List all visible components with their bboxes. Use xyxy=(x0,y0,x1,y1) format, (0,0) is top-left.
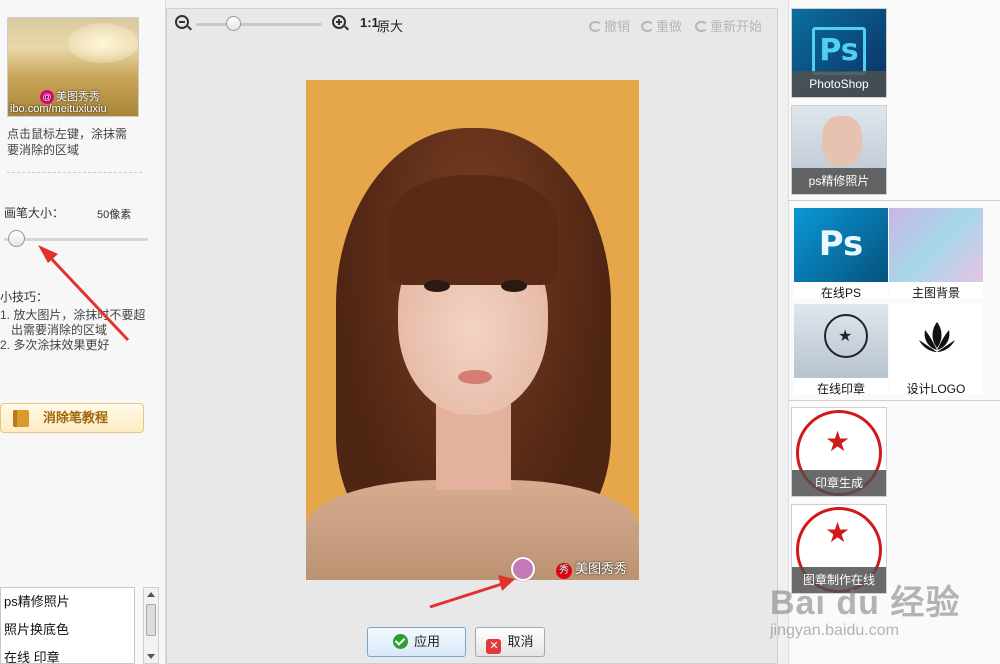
ad-card-stamp-generate[interactable]: ★ 印章生成 xyxy=(791,407,887,497)
eraser-hint: 点击鼠标左键，涂抹需要消除的区域 xyxy=(7,127,128,157)
scroll-down-icon[interactable] xyxy=(147,654,155,659)
check-icon xyxy=(392,634,408,649)
photo-bangs xyxy=(388,175,558,285)
brush-cursor xyxy=(511,557,535,581)
close-icon: ✕ xyxy=(486,639,502,654)
tip-item: 2. 多次涂抹效果更好 xyxy=(0,338,110,352)
ad-card-main-background[interactable]: 主图背景 xyxy=(889,208,983,300)
zoom-out-icon[interactable] xyxy=(175,15,189,29)
ad-card-design-logo[interactable]: 设计LOGO xyxy=(889,304,983,396)
cancel-button[interactable]: ✕ 取消 xyxy=(475,627,545,657)
left-divider xyxy=(7,172,142,173)
brush-size-slider[interactable] xyxy=(4,238,148,241)
brush-size-label: 画笔大小： xyxy=(4,206,65,220)
undo-button[interactable]: 撤销 xyxy=(589,16,630,35)
meitu-logo-icon: 秀 xyxy=(556,563,572,579)
tips-title: 小技巧： xyxy=(0,290,49,304)
actual-size-button[interactable]: 1:1 xyxy=(360,15,379,30)
source-thumbnail: @ 美图秀秀 ibo.com/meituxiuxiu xyxy=(7,17,139,117)
list-item[interactable]: ps精修照片 xyxy=(1,588,134,616)
restart-button[interactable]: 重新开始 xyxy=(695,16,762,35)
stamp-editor-icon: ★ xyxy=(794,304,888,378)
redo-button[interactable]: 重做 xyxy=(641,16,682,35)
baidu-watermark: Bai du 经验 xyxy=(770,584,961,622)
undo-icon xyxy=(589,21,602,32)
zoom-slider[interactable] xyxy=(196,23,322,26)
list-item[interactable]: 照片换底色 xyxy=(1,616,134,644)
lotus-icon xyxy=(889,304,983,378)
right-divider xyxy=(788,400,1000,401)
zoom-in-icon[interactable] xyxy=(332,15,346,29)
tools-list-scrollbar[interactable] xyxy=(143,587,159,664)
thumbnail-url: ibo.com/meituxiuxiu xyxy=(10,103,107,115)
ad-card-online-stamp[interactable]: ★ 在线印章 xyxy=(794,304,888,396)
right-divider xyxy=(788,200,1000,201)
background-icon xyxy=(889,208,983,282)
thumbnail-sun xyxy=(68,23,138,63)
photo-watermark: 秀美图秀秀 xyxy=(556,558,627,579)
ad-card-photoshop[interactable]: Ps PhotoShop xyxy=(791,8,887,98)
list-item[interactable]: 在线 印章 xyxy=(1,644,134,663)
zoom-slider-handle[interactable] xyxy=(225,16,241,31)
actual-size-label[interactable]: 原大 xyxy=(377,16,403,35)
redo-icon xyxy=(641,21,654,32)
photo-lips xyxy=(458,370,492,384)
brush-size-value: 50像素 xyxy=(97,209,132,221)
photo-eye xyxy=(424,280,450,292)
photo-eye xyxy=(501,280,527,292)
scroll-thumb[interactable] xyxy=(146,604,156,636)
eraser-tutorial-button[interactable]: 消除笔教程 xyxy=(0,403,144,433)
apply-button[interactable]: 应用 xyxy=(367,627,466,657)
photoshop-icon: Ps xyxy=(794,208,888,282)
ad-card-online-ps[interactable]: Ps 在线PS xyxy=(794,208,888,300)
scroll-up-icon[interactable] xyxy=(147,592,155,597)
tip-item: 1. 放大图片，涂抹时不要超出需要消除的区域 xyxy=(0,308,146,337)
edited-photo[interactable]: 秀美图秀秀 xyxy=(306,80,639,580)
ad-card-ps-retouch[interactable]: ps精修照片 xyxy=(791,105,887,195)
baidu-watermark-url: jingyan.baidu.com xyxy=(770,622,899,639)
tools-list: ps精修照片 照片换底色 在线 印章 xyxy=(0,587,135,664)
tips-list: 1. 放大图片，涂抹时不要超出需要消除的区域 2. 多次涂抹效果更好 xyxy=(0,308,150,353)
restart-icon xyxy=(695,21,708,32)
brush-size-slider-handle[interactable] xyxy=(7,230,25,247)
book-icon xyxy=(13,410,29,427)
